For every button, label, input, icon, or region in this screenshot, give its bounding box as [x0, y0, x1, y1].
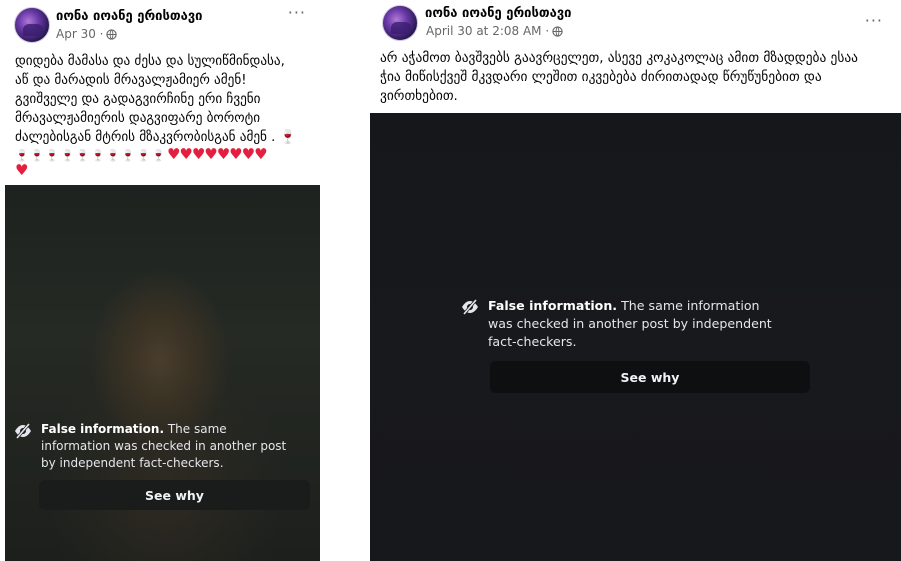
warning-title: False information. [488, 298, 618, 313]
more-options-button[interactable]: ··· [865, 13, 883, 29]
post-card: იონა იოანე ერისთავი Apr 30 · ··· დიდება … [5, 0, 320, 561]
eye-slash-icon [15, 423, 31, 439]
post-text: დიდება მამასა და ძესა და სულიწმინდასა, ა… [15, 52, 315, 179]
post-text-line: მრავალჟამიერის დაგვიფარე ბოროტი [15, 111, 261, 126]
eye-slash-icon [462, 299, 478, 315]
blurred-media[interactable]: False information. The same information … [5, 185, 320, 561]
post-meta: Apr 30 · [56, 27, 118, 41]
heart-icon: ♥ [15, 161, 28, 179]
blurred-media[interactable]: False information. The same information … [370, 113, 901, 561]
post-text-line-end: ძალებისგან მტრის მზაკვრობისგან ამენ . [15, 130, 276, 145]
post-header: იონა იოანე ერისთავი Apr 30 · ··· [5, 0, 320, 44]
post-timestamp[interactable]: Apr 30 · [56, 27, 103, 41]
avatar[interactable] [14, 7, 50, 43]
warning-text: False information. The same information … [488, 297, 780, 351]
warning-text: False information. The same information … [41, 421, 298, 472]
post-text-line: ვირთხებით. [380, 89, 458, 104]
globe-icon [552, 25, 563, 37]
more-options-button[interactable]: ··· [288, 5, 306, 21]
false-info-warning: False information. The same information … [460, 297, 780, 351]
wine-glass-icon: 🍷 [279, 130, 296, 145]
post-meta: April 30 at 2:08 AM · [426, 24, 563, 38]
post-card: იონა იოანე ერისთავი April 30 at 2:08 AM … [370, 0, 901, 561]
post-text-line: არ აჭამოთ ბავშვებს გაავრცელეთ, ასევე კოკ… [380, 51, 858, 66]
post-timestamp[interactable]: April 30 at 2:08 AM · [426, 24, 549, 38]
see-why-button[interactable]: See why [39, 480, 310, 510]
see-why-button[interactable]: See why [490, 361, 810, 393]
post-text-line: ჭია მიწისქვეშ მკვდარი ლეშით იკვებება ძირ… [380, 70, 822, 85]
false-info-warning: False information. The same information … [13, 421, 298, 472]
post-text: არ აჭამოთ ბავშვებს გაავრცელეთ, ასევე კოკ… [380, 49, 892, 106]
post-text-line: გვიშველე და გადაგვირჩინე ერი ჩვენი [15, 92, 261, 107]
emoji-row: 🍷 🍷 🍷 🍷 🍷 🍷 🍷 🍷 🍷 🍷 ♥♥♥♥♥♥♥♥ [15, 147, 315, 163]
post-header: იონა იოანე ერისთავი April 30 at 2:08 AM … [370, 0, 901, 44]
globe-icon [106, 28, 118, 40]
author-name[interactable]: იონა იოანე ერისთავი [425, 6, 572, 21]
hearts: ♥♥♥♥♥♥♥♥ [166, 145, 268, 163]
post-text-line: ძალებისგან მტრის მზაკვრობისგან ამენ . 🍷 [15, 128, 315, 147]
emoji-row: ♥ [15, 163, 315, 179]
post-text-line: დიდება მამასა და ძესა და სულიწმინდასა, [15, 54, 285, 69]
wine-glasses: 🍷 🍷 🍷 🍷 🍷 🍷 🍷 🍷 🍷 🍷 [15, 149, 165, 162]
post-text-line: აწ და მარადის მრავალჟამიერ ამენ! [15, 73, 247, 88]
avatar[interactable] [382, 5, 418, 41]
author-name[interactable]: იონა იოანე ერისთავი [56, 9, 203, 24]
warning-title: False information. [41, 422, 164, 436]
